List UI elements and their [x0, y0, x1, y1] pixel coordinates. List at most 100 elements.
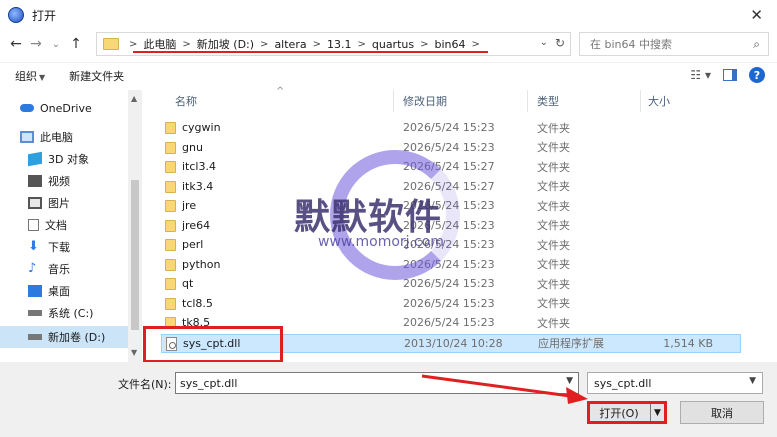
music-icon: ♪ [28, 261, 37, 276]
column-header-name[interactable]: 名称 [175, 90, 197, 112]
chevron-down-icon[interactable]: ▼ [749, 376, 756, 386]
navigation-pane: OneDrive 此电脑 3D 对象 视频 图片 文档 ⬇ 下载 ♪ 音乐 桌面… [0, 90, 143, 362]
breadcrumb-separator: > [312, 38, 321, 50]
folder-icon [103, 38, 119, 50]
annotation-highlight-box [143, 326, 283, 363]
address-bar[interactable]: > 此电脑 > 新加坡 (D:) > altera > 13.1 > quart… [96, 32, 571, 56]
breadcrumb-item[interactable]: quartus [372, 38, 414, 51]
folder-row[interactable]: tcl8.5 2026/5/24 15:23 文件夹 [161, 294, 741, 313]
sidebar-item-label: 文档 [45, 219, 67, 232]
search-placeholder: 在 bin64 中搜索 [590, 38, 673, 51]
file-name: tcl8.5 [182, 296, 213, 310]
new-folder-button[interactable]: 新建文件夹 [69, 68, 124, 84]
column-header-modified[interactable]: 修改日期 [403, 90, 447, 112]
scroll-down-icon[interactable]: ▼ [131, 348, 137, 357]
sidebar-item-drive-d[interactable]: 新加卷 (D:) [0, 326, 128, 348]
folder-icon [165, 258, 176, 271]
file-list: ^ 名称 修改日期 类型 大小 cygwin 2026/5/24 15:23 文件夹… [143, 86, 777, 363]
folder-row[interactable]: qt 2026/5/24 15:23 文件夹 [161, 274, 741, 293]
folder-row[interactable]: gnu 2026/5/24 15:23 文件夹 [161, 138, 741, 157]
sidebar-item-pictures[interactable]: 图片 [0, 192, 128, 214]
sidebar-item-desktop[interactable]: 桌面 [0, 280, 128, 302]
folder-row[interactable]: python 2026/5/24 15:23 文件夹 [161, 255, 741, 274]
preview-pane-icon[interactable] [723, 69, 737, 81]
scroll-up-icon[interactable]: ▲ [131, 94, 137, 103]
folder-icon [165, 239, 176, 251]
sidebar-item-label: 桌面 [48, 285, 70, 298]
folder-row[interactable]: perl 2026/5/24 15:23 文件夹 [161, 235, 741, 254]
address-row: ← → ⌄ ↑ > 此电脑 > 新加坡 (D:) > altera > 13.1… [0, 30, 777, 58]
sidebar-item-this-pc[interactable]: 此电脑 [0, 126, 128, 148]
breadcrumb-item[interactable]: bin64 [434, 38, 465, 51]
search-input[interactable]: 在 bin64 中搜索 ⌕ [579, 32, 769, 56]
column-header-type[interactable]: 类型 [537, 90, 559, 112]
file-type: 文件夹 [537, 258, 570, 271]
sidebar-item-onedrive[interactable]: OneDrive [0, 97, 128, 119]
sidebar-item-label: 音乐 [48, 263, 70, 276]
folder-row[interactable]: jre 2026/5/24 15:23 文件夹 [161, 196, 741, 215]
open-button-label: 打开(O) [599, 406, 639, 420]
scrollbar-thumb[interactable] [131, 180, 139, 330]
open-split-dropdown-icon[interactable]: ▼ [650, 404, 664, 421]
folder-row[interactable]: cygwin 2026/5/24 15:23 文件夹 [161, 118, 741, 137]
folder-icon [165, 141, 176, 154]
file-name: python [182, 257, 221, 271]
help-icon[interactable]: ? [749, 67, 765, 83]
file-type-filter[interactable]: sys_cpt.dll ▼ [587, 372, 763, 394]
breadcrumb-separator: > [357, 38, 366, 50]
picture-icon [28, 197, 42, 209]
folder-icon [165, 297, 176, 310]
refresh-icon[interactable]: ↻ [555, 36, 565, 50]
sidebar-item-3d-objects[interactable]: 3D 对象 [0, 148, 128, 170]
file-type: 文件夹 [537, 121, 570, 135]
organize-button[interactable]: 组织 ▼ [15, 68, 45, 84]
file-name: gnu [182, 140, 203, 154]
folder-icon [165, 122, 176, 134]
view-menu-icon[interactable]: ☷ ▾ [690, 68, 711, 82]
column-divider[interactable] [640, 90, 641, 112]
breadcrumb-item[interactable]: 13.1 [327, 38, 352, 51]
window-title: 打开 [32, 8, 57, 23]
file-modified-date: 2013/10/24 10:28 [404, 336, 503, 350]
folder-row[interactable]: itk3.4 2026/5/24 15:27 文件夹 [161, 177, 741, 196]
file-name: jre [182, 199, 197, 212]
sidebar-item-label: 3D 对象 [48, 153, 89, 166]
up-arrow-icon[interactable]: ↑ [66, 36, 86, 52]
command-toolbar: 组织 ▼ 新建文件夹 ☷ ▾ ? [0, 62, 777, 88]
filename-label: 文件名(N): [118, 378, 172, 391]
file-modified-date: 2026/5/24 15:23 [403, 218, 495, 232]
sidebar-item-drive-c[interactable]: 系统 (C:) [0, 302, 128, 324]
column-divider[interactable] [393, 90, 394, 112]
sidebar-item-music[interactable]: ♪ 音乐 [0, 258, 128, 280]
column-divider[interactable] [527, 90, 528, 112]
file-type: 应用程序扩展 [538, 337, 604, 350]
cancel-button[interactable]: 取消 [680, 401, 764, 424]
folder-icon [165, 278, 176, 290]
caret-down-icon: ▼ [39, 72, 46, 82]
breadcrumb-item[interactable]: 新加坡 (D:) [197, 36, 254, 52]
sidebar-item-label: 下载 [48, 241, 70, 254]
sidebar-scrollbar[interactable]: ▲ ▼ [128, 90, 142, 362]
file-type: 文件夹 [537, 238, 570, 252]
sidebar-item-videos[interactable]: 视频 [0, 170, 128, 192]
folder-row[interactable]: itcl3.4 2026/5/24 15:27 文件夹 [161, 157, 741, 176]
file-name: itk3.4 [182, 179, 214, 193]
close-icon[interactable]: ✕ [750, 6, 763, 24]
sidebar-item-downloads[interactable]: ⬇ 下载 [0, 236, 128, 258]
breadcrumb-item[interactable]: altera [274, 38, 306, 51]
chevron-down-icon[interactable]: ⌄ [540, 37, 548, 48]
recent-locations-icon[interactable]: ⌄ [46, 39, 66, 50]
search-icon[interactable]: ⌕ [753, 37, 760, 52]
file-modified-date: 2026/5/24 15:23 [403, 277, 495, 290]
breadcrumb-item[interactable]: 此电脑 [143, 36, 176, 52]
download-icon: ⬇ [28, 239, 39, 254]
cube-icon [28, 151, 42, 167]
open-button[interactable]: 打开(O) ▼ [587, 401, 667, 424]
sidebar-item-documents[interactable]: 文档 [0, 214, 128, 236]
column-header-size[interactable]: 大小 [648, 90, 670, 112]
folder-row[interactable]: jre64 2026/5/24 15:23 文件夹 [161, 216, 741, 235]
sidebar-item-label: OneDrive [40, 101, 92, 115]
back-arrow-icon[interactable]: ← [6, 36, 26, 52]
forward-arrow-icon[interactable]: → [26, 36, 46, 52]
breadcrumb-separator: > [471, 38, 480, 50]
